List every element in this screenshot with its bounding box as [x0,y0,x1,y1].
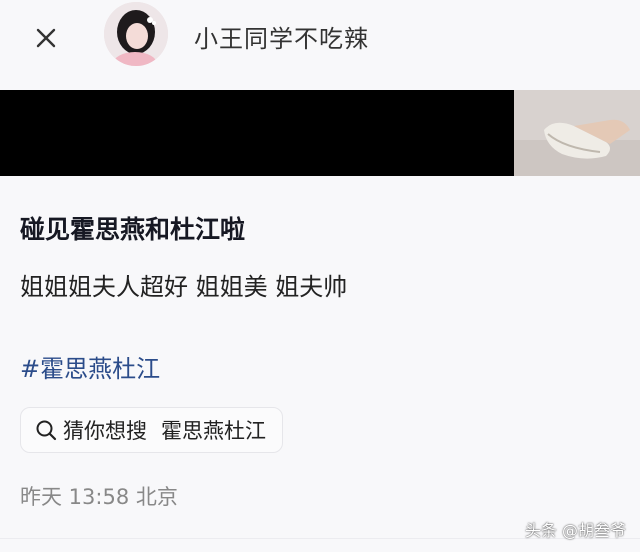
post-meta: 昨天 13:58 北京 [20,485,178,509]
close-button[interactable] [28,20,64,56]
media-strip[interactable] [0,90,640,176]
post-title: 碰见霍思燕和杜江啦 [20,215,246,244]
hashtag-link[interactable]: #霍思燕杜江 [20,349,160,384]
search-suggestion-prefix: 猜你想搜 [63,419,147,443]
close-icon [36,28,56,48]
post-header: 小王同学不吃辣 [0,0,640,80]
search-suggestion-query: 霍思燕杜江 [161,419,266,443]
post-text: 姐姐姐夫人超好 姐姐美 姐夫帅 [20,273,348,301]
shoe-photo [514,90,640,176]
avatar[interactable] [104,2,168,66]
author-name[interactable]: 小王同学不吃辣 [194,19,369,54]
avatar-image [104,2,168,66]
media-thumbnail[interactable] [514,90,640,176]
search-icon [36,420,57,441]
search-suggestion-chip[interactable]: 猜你想搜 霍思燕杜江 [20,407,283,453]
post-detail-page: 小王同学不吃辣 碰见霍思燕和杜江啦 姐姐姐夫人超好 姐姐美 姐夫帅 #霍思燕杜江… [0,0,640,552]
watermark: 头条 @胡叁爷 [524,521,626,540]
